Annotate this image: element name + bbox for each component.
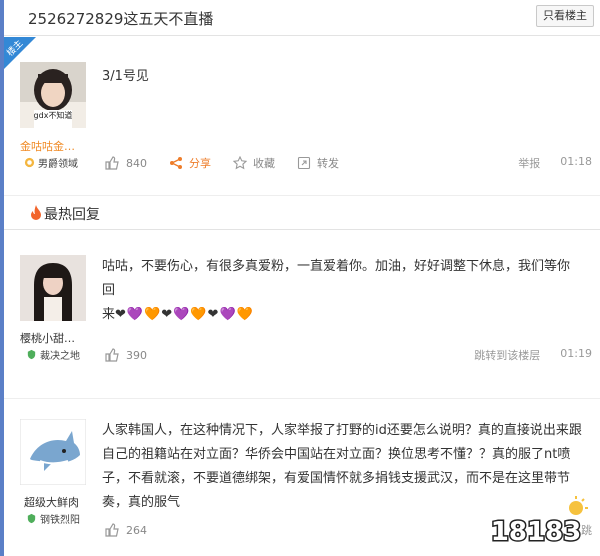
star-icon <box>233 156 247 170</box>
reply-time: 01:19 <box>560 347 592 360</box>
share-icon <box>170 157 182 169</box>
share-button[interactable]: 分享 <box>169 155 211 171</box>
collect-button[interactable]: 收藏 <box>233 155 275 171</box>
reply-text-line: 来 <box>102 307 116 322</box>
like-count: 840 <box>126 156 147 170</box>
collect-label: 收藏 <box>253 157 275 170</box>
like-button[interactable]: 390 <box>104 347 147 363</box>
avatar-caption: gdx不知道 <box>34 110 73 120</box>
heart-emojis: ❤💜🧡❤💜🧡❤💜🧡 <box>115 307 254 322</box>
report-link[interactable]: 举报 <box>518 155 540 171</box>
site-watermark-logo: 18183 <box>489 496 588 549</box>
reply-actions: 390 跳转到该楼层 01:19 <box>104 345 592 365</box>
badge-label: 男爵领域 <box>38 159 78 170</box>
hot-replies-title: 最热回复 <box>44 207 100 223</box>
only-op-button[interactable]: 只看楼主 <box>536 5 594 27</box>
flame-icon <box>31 205 41 220</box>
user-badge: 裁决之地 <box>26 347 80 362</box>
watermark-text: 18183 <box>491 517 581 547</box>
author-name[interactable]: 超级大鲜肉 <box>24 494 90 510</box>
share-label: 分享 <box>189 157 211 170</box>
user-badge: 钢铁烈阳 <box>26 511 80 526</box>
like-count: 390 <box>126 348 147 362</box>
post-content: 3/1号见 <box>102 69 149 84</box>
like-button[interactable]: 840 <box>104 155 147 171</box>
repost-label: 转发 <box>317 157 339 170</box>
thumbs-up-icon <box>105 348 119 362</box>
badge-label: 钢铁烈阳 <box>40 515 80 526</box>
avatar[interactable]: gdx不知道 <box>20 62 86 128</box>
thread-header: 2526272829这五天不直播 只看楼主 <box>4 0 600 36</box>
author-name[interactable]: 樱桃小甜… <box>20 330 86 346</box>
main-post: 楼主 gdx不知道 金咕咕金… 男爵领域 3/1号见 840 分享 收藏 转发 … <box>4 37 600 196</box>
badge-label: 裁决之地 <box>40 351 80 362</box>
like-button[interactable]: 264 <box>104 522 147 538</box>
thumbs-up-icon <box>105 156 119 170</box>
reply-text-line: 人家韩国人，在这种情况下，人家举报了打野的id还要怎么说明？真的直接说出来跟 <box>102 423 582 438</box>
badge-icon <box>27 513 36 524</box>
reply-content: 咕咕，不要伤心，有很多真爱粉，一直爱着你。加油，好好调整下休息，我们等你回 来❤… <box>102 255 582 327</box>
post-actions: 840 分享 收藏 转发 举报 01:18 <box>104 153 592 173</box>
thumbs-up-icon <box>105 523 119 537</box>
post-time: 01:18 <box>560 155 592 168</box>
like-count: 264 <box>126 523 147 537</box>
badge-icon <box>27 349 36 360</box>
repost-button[interactable]: 转发 <box>297 155 339 171</box>
reply-item: 樱桃小甜… 裁决之地 咕咕，不要伤心，有很多真爱粉，一直爱着你。加油，好好调整下… <box>4 231 600 399</box>
avatar[interactable] <box>20 419 86 485</box>
repost-icon <box>297 156 311 170</box>
author-name[interactable]: 金咕咕金… <box>20 138 86 154</box>
reply-text-line: 自己的祖籍站在对立面？华侨会中国站在对立面？换位思考不懂？？真的服了nt喷 <box>102 447 571 462</box>
user-badge: 男爵领域 <box>24 155 78 170</box>
thread-title: 2526272829这五天不直播 <box>28 10 214 28</box>
badge-icon <box>24 157 35 168</box>
reply-text-line: 咕咕，不要伤心，有很多真爱粉，一直爱着你。加油，好好调整下休息，我们等你回 <box>102 259 571 298</box>
hot-replies-header: 最热回复 <box>4 197 600 230</box>
reply-text-line: 子，不看就滚，不要道德绑架，有爱国情怀就多捐钱支援武汉，而不是在这里带节 <box>102 471 571 486</box>
jump-to-floor-link[interactable]: 跳转到该楼层 <box>474 347 540 363</box>
avatar[interactable] <box>20 255 86 321</box>
